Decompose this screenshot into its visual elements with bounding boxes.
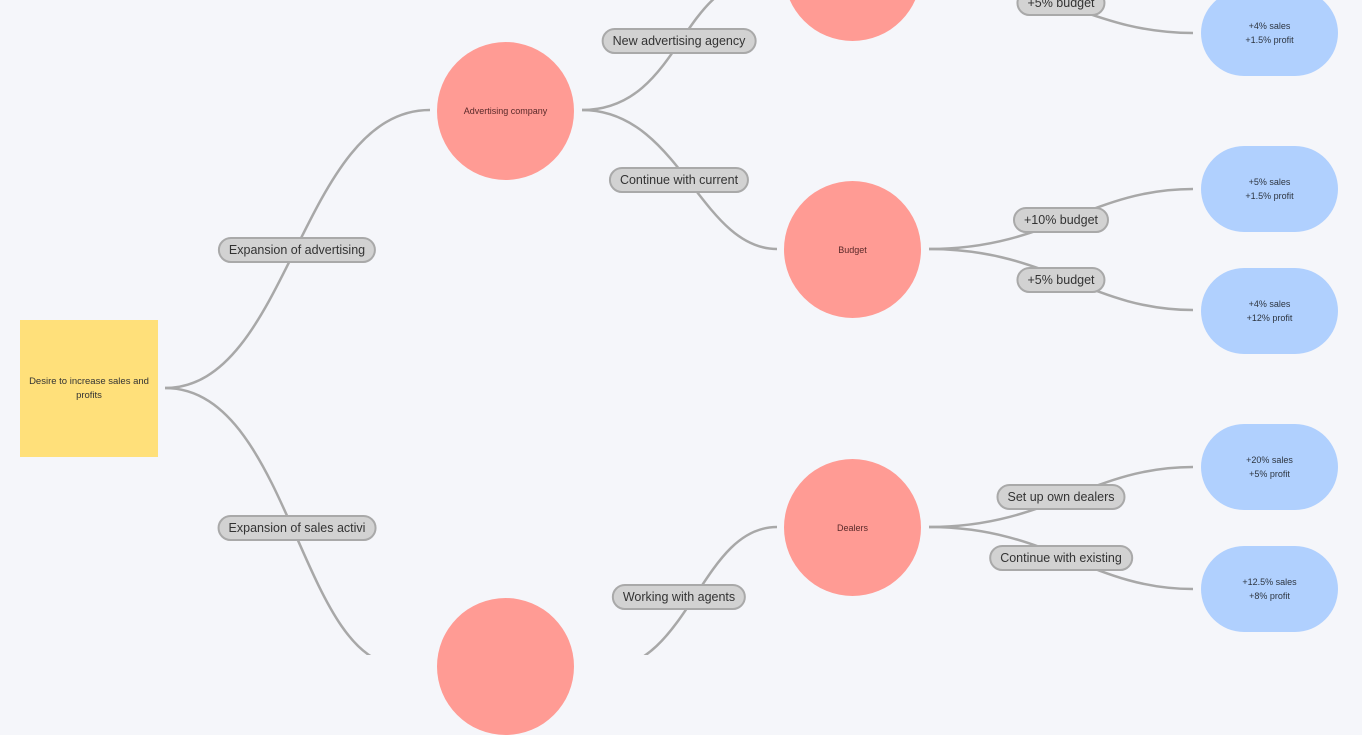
decision-node-text: Budget bbox=[838, 244, 867, 255]
decision-node-text: Dealers bbox=[836, 522, 868, 533]
branch-label-own-dealers[interactable]: Set up own dealers bbox=[996, 484, 1126, 510]
root-node[interactable]: Desire to increase sales and profits bbox=[20, 320, 158, 457]
branch-label-expansion-sales[interactable]: Expansion of sales activi bbox=[217, 515, 377, 541]
decision-node-bottom-partial[interactable] bbox=[437, 598, 574, 735]
branch-label-continue-existing[interactable]: Continue with existing bbox=[989, 545, 1133, 571]
outcome-profit: +5% profit bbox=[1249, 469, 1290, 479]
outcome-profit: +1.5% profit bbox=[1245, 191, 1294, 201]
branch-label-working-agents[interactable]: Working with agents bbox=[611, 584, 747, 610]
decision-node-budget[interactable]: Budget bbox=[784, 181, 921, 318]
outcome-node[interactable]: +12.5% sales +8% profit bbox=[1201, 546, 1338, 632]
connector-advco-top bbox=[581, 0, 715, 112]
root-node-text: Desire to increase sales and profits bbox=[29, 375, 149, 401]
outcome-profit: +1.5% profit bbox=[1245, 35, 1294, 45]
outcome-node[interactable]: +4% sales +12% profit bbox=[1201, 268, 1338, 354]
decision-node-advertising-company[interactable]: Advertising company bbox=[437, 42, 574, 180]
branch-label-budget-10[interactable]: +10% budget bbox=[1012, 207, 1110, 233]
outcome-sales: +4% sales bbox=[1248, 20, 1291, 31]
outcome-node[interactable]: +20% sales +5% profit bbox=[1201, 424, 1338, 510]
outcome-sales: +4% sales bbox=[1248, 298, 1291, 309]
outcome-profit: +12% profit bbox=[1246, 313, 1293, 323]
outcome-node[interactable]: +5% sales +1.5% profit bbox=[1201, 146, 1338, 232]
branch-label-expansion-advertising[interactable]: Expansion of advertising bbox=[217, 237, 377, 263]
decision-node-text: Advertising company bbox=[463, 106, 548, 116]
outcome-sales: +12.5% sales bbox=[1242, 576, 1297, 587]
branch-label-budget-5[interactable]: +5% budget bbox=[1016, 267, 1106, 293]
outcome-profit: +8% profit bbox=[1249, 591, 1290, 601]
branch-label-continue-current[interactable]: Continue with current bbox=[608, 167, 750, 193]
mind-map-canvas[interactable]: Desire to increase sales and profits Adv… bbox=[0, 0, 1362, 735]
outcome-node[interactable]: +4% sales +1.5% profit bbox=[1201, 0, 1338, 76]
outcome-sales: +5% sales bbox=[1248, 176, 1291, 187]
connector-layer bbox=[164, 0, 1194, 655]
branch-label-budget-top-5[interactable]: +5% budget bbox=[1016, 0, 1106, 16]
outcome-sales: +20% sales bbox=[1246, 454, 1293, 465]
decision-node-dealers[interactable]: Dealers bbox=[784, 459, 921, 596]
branch-label-new-agency[interactable]: New advertising agency bbox=[601, 28, 757, 54]
